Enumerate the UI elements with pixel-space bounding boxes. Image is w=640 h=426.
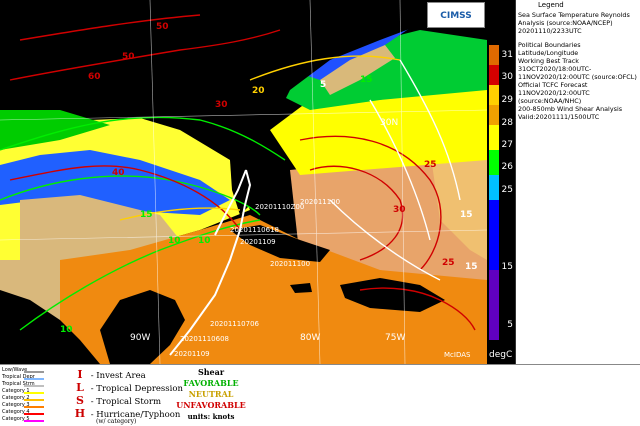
shear-label: 10 (60, 325, 73, 335)
scale-label-28: 28 (501, 118, 513, 128)
scale-label-30: 30 (501, 72, 513, 82)
track-key-swatch (24, 413, 44, 415)
shear-label: 10 (198, 236, 211, 246)
track-intensity-key: Low/Wave Tropical Depr Tropical Strm Catego… (2, 367, 44, 424)
track-key-swatch (24, 420, 44, 422)
shear-favorable: FAVORABLE (183, 378, 239, 388)
sst-colorbar: 31 30 29 28 27 26 25 15 5 (487, 0, 515, 364)
shear-label: 30 (393, 205, 406, 215)
mcidas-credit: McIDAS (444, 351, 471, 359)
legend-line: 20201110/2233UTC (518, 27, 582, 35)
shear-label: 5 (320, 80, 327, 90)
latitude-label: 30N (380, 118, 399, 128)
shear-label: 25 (442, 258, 455, 268)
shear-key: Shear FAVORABLE NEUTRAL UNFAVORABLE unit… (176, 367, 246, 422)
sst-map: 60 50 50 30 20 15 10 10 15 25 30 25 15 1… (0, 0, 487, 364)
storm-time-label: 20201110618 (230, 226, 279, 234)
shear-label: 15 (460, 210, 473, 220)
tropical-storm-key: S - Tropical Storm (72, 394, 161, 407)
shear-neutral: NEUTRAL (188, 389, 234, 399)
track-key-swatch (24, 378, 44, 380)
legend-line: Valid:20201111/1500UTC (518, 113, 600, 121)
invest-area-label: - Invest Area (90, 371, 146, 381)
tropical-depression-key: L - Tropical Depression (72, 381, 183, 394)
storm-time-label: 20201110Z00 (255, 203, 305, 211)
shear-units: units: knots (187, 412, 235, 421)
map-canvas (0, 0, 487, 364)
tropical-storm-label: - Tropical Storm (90, 397, 162, 407)
shear-label: 50 (156, 22, 169, 32)
storm-time-label: 20201110706 (210, 320, 259, 328)
track-key-swatch (24, 371, 44, 373)
shear-label: 15 (465, 262, 478, 272)
track-key-swatch (24, 406, 44, 408)
invest-area-icon: I (77, 368, 83, 381)
shear-unfavorable: UNFAVORABLE (176, 400, 246, 410)
longitude-label: 80W (300, 333, 321, 343)
longitude-label: 75W (385, 333, 406, 343)
scale-label-29: 29 (501, 95, 513, 105)
scale-label-31: 31 (501, 50, 513, 60)
scale-label-25: 25 (501, 185, 513, 195)
shear-label: 15 (140, 210, 153, 220)
tropical-depression-label: - Tropical Depression (90, 384, 183, 394)
storm-time-label: 202011100 (300, 198, 341, 206)
scale-label-27: 27 (501, 140, 513, 150)
unit-label: degC (489, 350, 513, 360)
shear-label: 60 (88, 72, 101, 82)
track-key-row: Category 5 (2, 416, 44, 424)
storm-time-label: 202011100 (270, 260, 311, 268)
shear-label: 20 (252, 86, 265, 96)
scale-label-5: 5 (507, 320, 513, 330)
category-note: (w/ category) (96, 418, 137, 425)
storm-time-label: 20201109 (174, 350, 210, 358)
cimss-logo-text: CIMSS (440, 11, 472, 21)
shear-label: 15 (360, 75, 373, 85)
legend-title: Legend (538, 1, 564, 9)
cimss-logo: CIMSS (427, 2, 485, 28)
track-key-swatch (24, 392, 44, 394)
storm-time-label: 20201109 (240, 238, 276, 246)
shear-label: 30 (215, 100, 228, 110)
shear-label: 25 (424, 160, 437, 170)
track-key-swatch (24, 385, 44, 387)
shear-label: 40 (112, 168, 125, 178)
shear-label: 10 (168, 236, 181, 246)
hurricane-icon: H (74, 407, 86, 420)
tropical-depression-icon: L (76, 381, 84, 394)
storm-time-label: 20201110608 (180, 335, 229, 343)
longitude-label: 90W (130, 333, 151, 343)
tropical-storm-icon: S (76, 394, 84, 407)
shear-key-title: Shear (197, 367, 225, 377)
scale-label-15: 15 (501, 262, 513, 272)
track-key-swatch (24, 399, 44, 401)
scale-label-26: 26 (501, 162, 513, 172)
invest-area-key: I - Invest Area (72, 368, 146, 381)
legend-panel: Legend Sea Surface Temperature Reynolds … (515, 0, 640, 364)
bottom-key: Low/Wave Tropical Depr Tropical Strm Catego… (0, 364, 640, 426)
shear-label: 50 (122, 52, 135, 62)
